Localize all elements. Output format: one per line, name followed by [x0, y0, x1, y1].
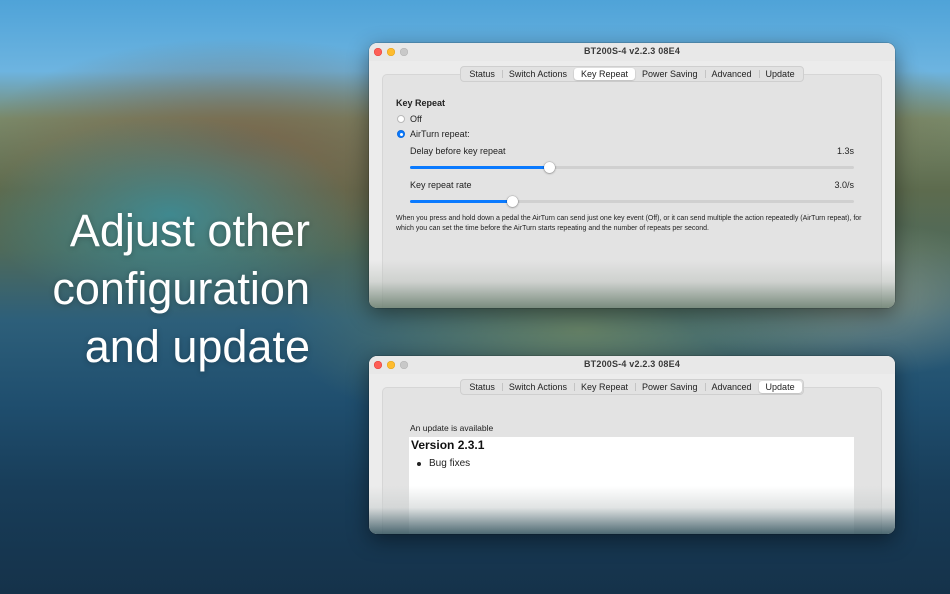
tab-key-repeat[interactable]: Key Repeat — [573, 68, 635, 80]
rate-slider-thumb[interactable] — [507, 196, 519, 207]
delay-label: Delay before key repeat — [410, 146, 506, 156]
tab-update[interactable]: Update — [758, 381, 802, 393]
rate-label: Key repeat rate — [410, 180, 472, 190]
delay-slider-thumb[interactable] — [544, 162, 556, 173]
bullet-icon — [417, 461, 421, 466]
tab-status[interactable]: Status — [462, 381, 502, 393]
radio-airturn-repeat-button[interactable] — [397, 130, 405, 138]
tab-advanced[interactable]: Advanced — [704, 68, 759, 80]
release-notes: Version 2.3.1 Bug fixes — [409, 437, 854, 534]
rate-slider[interactable] — [410, 196, 854, 208]
tab-bar: Status Switch Actions Key Repeat Power S… — [369, 66, 895, 82]
description-text: When you press and hold down a pedal the… — [396, 215, 862, 232]
headline-line-3: and update — [84, 321, 310, 372]
tab-status[interactable]: Status — [462, 68, 502, 80]
key-repeat-window: BT200S-4 v2.2.3 08E4 Status Switch Actio… — [369, 43, 895, 308]
section-title: Key Repeat — [396, 98, 446, 108]
tab-power-saving[interactable]: Power Saving — [635, 68, 705, 80]
window-title: BT200S-4 v2.2.3 08E4 — [583, 46, 681, 56]
release-notes-heading: Version 2.3.1 — [411, 438, 485, 452]
radio-off-label: Off — [410, 114, 422, 124]
rate-slider-fill — [410, 200, 513, 203]
rate-value: 3.0/s — [834, 180, 854, 190]
tab-key-repeat[interactable]: Key Repeat — [573, 381, 635, 393]
delay-value: 1.3s — [836, 146, 854, 156]
tab-power-saving[interactable]: Power Saving — [634, 381, 705, 393]
update-window: BT200S-4 v2.2.3 08E4 Status Switch Actio… — [369, 356, 895, 534]
tab-content-panel — [382, 74, 882, 308]
delay-slider[interactable] — [410, 162, 854, 174]
headline-line-1: Adjust other — [69, 205, 310, 256]
tab-switch-actions[interactable]: Switch Actions — [501, 381, 574, 393]
title-bar: BT200S-4 v2.2.3 08E4 — [369, 43, 895, 61]
tab-advanced[interactable]: Advanced — [704, 381, 759, 393]
window-title: BT200S-4 v2.2.3 08E4 — [583, 359, 681, 369]
headline: Adjust other configuration and update — [40, 202, 310, 376]
radio-airturn-repeat[interactable]: AirTurn repeat: — [397, 129, 470, 139]
title-bar: BT200S-4 v2.2.3 08E4 — [369, 356, 895, 374]
tab-update[interactable]: Update — [758, 68, 802, 80]
tab-bar: Status Switch Actions Key Repeat Power S… — [369, 379, 895, 395]
radio-airturn-repeat-label: AirTurn repeat: — [410, 129, 470, 139]
radio-off-button[interactable] — [397, 115, 405, 123]
delay-slider-fill — [410, 166, 550, 169]
headline-line-2: configuration — [52, 263, 310, 314]
tab-switch-actions[interactable]: Switch Actions — [501, 68, 574, 80]
release-notes-item: Bug fixes — [417, 458, 470, 469]
radio-off[interactable]: Off — [397, 114, 422, 124]
update-available-label: An update is available — [410, 423, 494, 433]
release-notes-item-text: Bug fixes — [429, 458, 471, 469]
